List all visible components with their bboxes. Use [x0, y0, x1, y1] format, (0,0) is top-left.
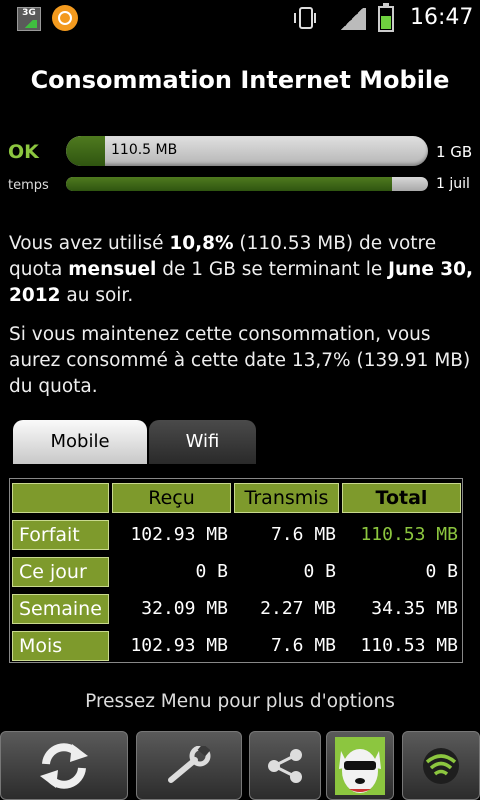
signal-strength-icon — [338, 8, 366, 30]
table-cell: 2.27 MB — [260, 598, 336, 619]
table-cell: 102.93 MB — [130, 524, 228, 545]
time-label: temps — [8, 178, 49, 193]
status-time: 16:47 — [410, 5, 474, 30]
table-cell: 102.93 MB — [130, 635, 228, 656]
dog-app-button[interactable] — [326, 731, 394, 800]
time-elapsed-fill — [66, 177, 392, 191]
period-end-label: 1 juil — [436, 176, 470, 192]
network-badge-text: 3G — [22, 8, 36, 18]
row-label-semaine: Semaine — [12, 594, 109, 624]
page-title: Consommation Internet Mobile — [30, 66, 450, 94]
dog-app-icon — [335, 736, 385, 795]
usage-table: Reçu Transmis Total Forfait 102.93 MB 7.… — [9, 478, 463, 663]
table-header-empty — [12, 483, 109, 513]
settings-button[interactable] — [136, 731, 242, 800]
battery-icon — [378, 3, 394, 32]
header-transmis: Transmis — [234, 483, 339, 513]
projection-text: Si vous maintenez cette consommation, vo… — [9, 324, 471, 397]
notification-app-icon — [52, 5, 78, 31]
quota-label: 1 GB — [436, 143, 473, 161]
row-label-ce-jour: Ce jour — [12, 557, 109, 587]
table-cell: 110.53 MB — [360, 635, 458, 656]
tab-mobile[interactable]: Mobile — [13, 420, 147, 464]
shield-wifi-icon — [423, 747, 459, 784]
security-button[interactable] — [402, 731, 480, 800]
data-usage-bar: 110.5 MB — [66, 136, 428, 166]
share-button[interactable] — [249, 731, 321, 800]
table-cell: 0 B — [425, 561, 458, 582]
share-icon — [268, 748, 302, 783]
table-cell: 7.6 MB — [270, 524, 336, 545]
wrench-icon — [168, 745, 211, 783]
row-label-forfait: Forfait — [12, 520, 109, 550]
time-elapsed-bar — [66, 177, 428, 191]
table-cell: 34.35 MB — [371, 598, 458, 619]
usage-summary-text: Vous avez utilisé 10,8% (110.53 MB) de v… — [9, 233, 474, 306]
usage-status-label: OK — [8, 141, 39, 163]
table-cell: 7.6 MB — [270, 635, 336, 656]
status-bar: 3G 16:47 — [0, 0, 480, 38]
menu-hint: Pressez Menu pour plus d'options — [85, 691, 395, 712]
tab-wifi[interactable]: Wifi — [149, 420, 256, 464]
vibrate-icon — [294, 7, 316, 29]
table-cell: 110.53 MB — [360, 524, 458, 545]
table-cell: 32.09 MB — [141, 598, 228, 619]
3g-network-icon: 3G — [17, 7, 41, 31]
header-recu: Reçu — [112, 483, 231, 513]
table-cell: 0 B — [195, 561, 228, 582]
table-cell: 0 B — [303, 561, 336, 582]
refresh-icon — [40, 742, 88, 789]
data-usage-text: 110.5 MB — [111, 142, 178, 158]
data-usage-fill — [66, 136, 106, 166]
header-total: Total — [342, 483, 461, 513]
row-label-mois: Mois — [12, 631, 109, 661]
refresh-button[interactable] — [0, 731, 128, 800]
